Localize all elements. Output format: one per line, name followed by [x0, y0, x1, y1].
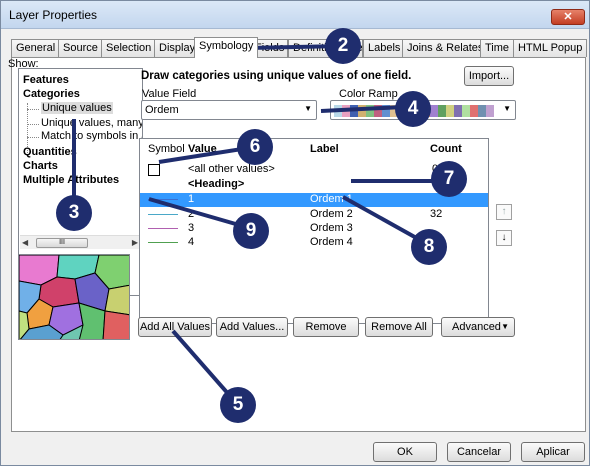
- tab-general[interactable]: General: [11, 39, 61, 57]
- row-value: 1: [188, 193, 195, 205]
- cancel-button[interactable]: Cancelar: [447, 442, 511, 462]
- color-ramp-step: [366, 105, 374, 117]
- tree-horizontal-scrollbar[interactable]: ◀ III ▶: [20, 235, 141, 249]
- tab-labels[interactable]: Labels: [363, 39, 406, 57]
- add-all-values-button[interactable]: Add All Values: [138, 317, 212, 337]
- advanced-label: Advanced: [452, 321, 501, 333]
- scroll-left-icon[interactable]: ◀: [22, 238, 28, 247]
- scroll-thumb[interactable]: III: [36, 238, 88, 248]
- dropdown-arrow-icon: ▼: [501, 322, 509, 331]
- layer-properties-window: Layer Properties ✕ General Source Select…: [0, 0, 590, 466]
- line-symbol[interactable]: [148, 228, 178, 229]
- value-field-value: Ordem: [145, 104, 179, 116]
- tab-html-popup[interactable]: HTML Popup: [513, 39, 588, 57]
- row-value: <all other values>: [188, 163, 275, 175]
- value-field-label: Value Field: [142, 88, 197, 100]
- symbol-box-swatch[interactable]: [148, 164, 160, 176]
- callout-badge-9: 9: [233, 213, 269, 249]
- color-ramp-step: [462, 105, 470, 117]
- color-ramp-step: [350, 105, 358, 117]
- row-label: Ordem 3: [310, 222, 353, 234]
- tab-joins-relates[interactable]: Joins & Relates: [402, 39, 489, 57]
- row-value: 2: [188, 208, 195, 220]
- callout-badge-8: 8: [411, 229, 447, 265]
- column-header-count[interactable]: Count: [430, 143, 462, 155]
- color-ramp-step: [430, 105, 438, 117]
- color-ramp-step: [342, 105, 350, 117]
- line-symbol[interactable]: [148, 242, 178, 243]
- callout-badge-4: 4: [395, 91, 431, 127]
- remove-button[interactable]: Remove: [293, 317, 359, 337]
- title-bar: Layer Properties ✕: [1, 1, 589, 29]
- tree-item-unique-values[interactable]: Unique values: [41, 102, 113, 114]
- grid-row-ordem-1[interactable]: 1 Ordem 1: [140, 193, 488, 207]
- move-down-button[interactable]: ↓: [496, 230, 512, 246]
- color-ramp-step: [478, 105, 486, 117]
- callout-badge-7: 7: [431, 161, 467, 197]
- window-title: Layer Properties: [9, 8, 98, 22]
- tab-time[interactable]: Time: [480, 39, 515, 57]
- ok-button[interactable]: OK: [373, 442, 437, 462]
- color-ramp-step: [334, 105, 342, 117]
- add-values-button[interactable]: Add Values...: [216, 317, 288, 337]
- color-ramp-step: [358, 105, 366, 117]
- advanced-button[interactable]: Advanced ▼: [441, 317, 515, 337]
- line-symbol[interactable]: [148, 199, 178, 200]
- tab-selection[interactable]: Selection: [101, 39, 157, 57]
- color-ramp-label: Color Ramp: [339, 88, 398, 100]
- color-ramp-step: [486, 105, 494, 117]
- tree-item-multiple-attributes[interactable]: Multiple Attributes: [23, 174, 119, 186]
- row-count: 32: [430, 208, 443, 220]
- callout-badge-5: 5: [220, 387, 256, 423]
- chevron-down-icon[interactable]: ▼: [503, 104, 511, 113]
- tree-item-unique-values-many[interactable]: Unique values, many: [41, 117, 142, 129]
- column-header-value[interactable]: Value: [188, 143, 217, 155]
- row-label: Ordem 1: [310, 193, 353, 205]
- callout-badge-3: 3: [56, 195, 92, 231]
- tab-symbology[interactable]: Symbology: [194, 37, 259, 58]
- row-label: Ordem 2: [310, 208, 353, 220]
- callout-badge-6: 6: [237, 129, 273, 165]
- row-value: 4: [188, 236, 195, 248]
- remove-all-button[interactable]: Remove All: [365, 317, 433, 337]
- apply-button[interactable]: Aplicar: [521, 442, 585, 462]
- tree-item-match-to-symbols[interactable]: Match to symbols in a: [41, 130, 142, 142]
- close-button[interactable]: ✕: [551, 9, 585, 25]
- row-value: 3: [188, 222, 195, 234]
- tab-strip: General Source Selection Display Symbolo…: [11, 37, 588, 58]
- tree-connector: [27, 137, 39, 138]
- color-ramp-step: [438, 105, 446, 117]
- color-ramp-step: [446, 105, 454, 117]
- grid-row-ordem-2[interactable]: 2 Ordem 2 32: [140, 208, 488, 222]
- column-header-label[interactable]: Label: [310, 143, 339, 155]
- move-up-button[interactable]: ↑: [496, 204, 512, 220]
- tree-item-charts[interactable]: Charts: [23, 160, 58, 172]
- tree-item-quantities[interactable]: Quantities: [23, 146, 77, 158]
- column-header-symbol[interactable]: Symbol: [148, 143, 185, 155]
- tree-item-features[interactable]: Features: [23, 74, 69, 86]
- tree-connector: [27, 124, 39, 125]
- layer-preview-map: [18, 254, 130, 340]
- import-button[interactable]: Import...: [464, 66, 514, 86]
- tab-source[interactable]: Source: [58, 39, 103, 57]
- row-value: <Heading>: [188, 178, 245, 190]
- chevron-down-icon[interactable]: ▼: [304, 104, 312, 113]
- tree-item-categories[interactable]: Categories: [23, 88, 80, 100]
- value-field-select[interactable]: Ordem ▼: [141, 100, 317, 120]
- callout-badge-2: 2: [325, 28, 361, 64]
- scroll-right-icon[interactable]: ▶: [132, 238, 138, 247]
- line-symbol[interactable]: [148, 214, 178, 215]
- symbology-panel: Show: Features Categories Unique values …: [8, 57, 586, 432]
- color-ramp-step: [454, 105, 462, 117]
- preview-map-image: [19, 255, 129, 339]
- color-ramp-step: [382, 105, 390, 117]
- color-ramp-step: [470, 105, 478, 117]
- tree-connector: [27, 109, 39, 110]
- symbology-heading: Draw categories using unique values of o…: [141, 70, 412, 82]
- row-label: Ordem 4: [310, 236, 353, 248]
- color-ramp-step: [374, 105, 382, 117]
